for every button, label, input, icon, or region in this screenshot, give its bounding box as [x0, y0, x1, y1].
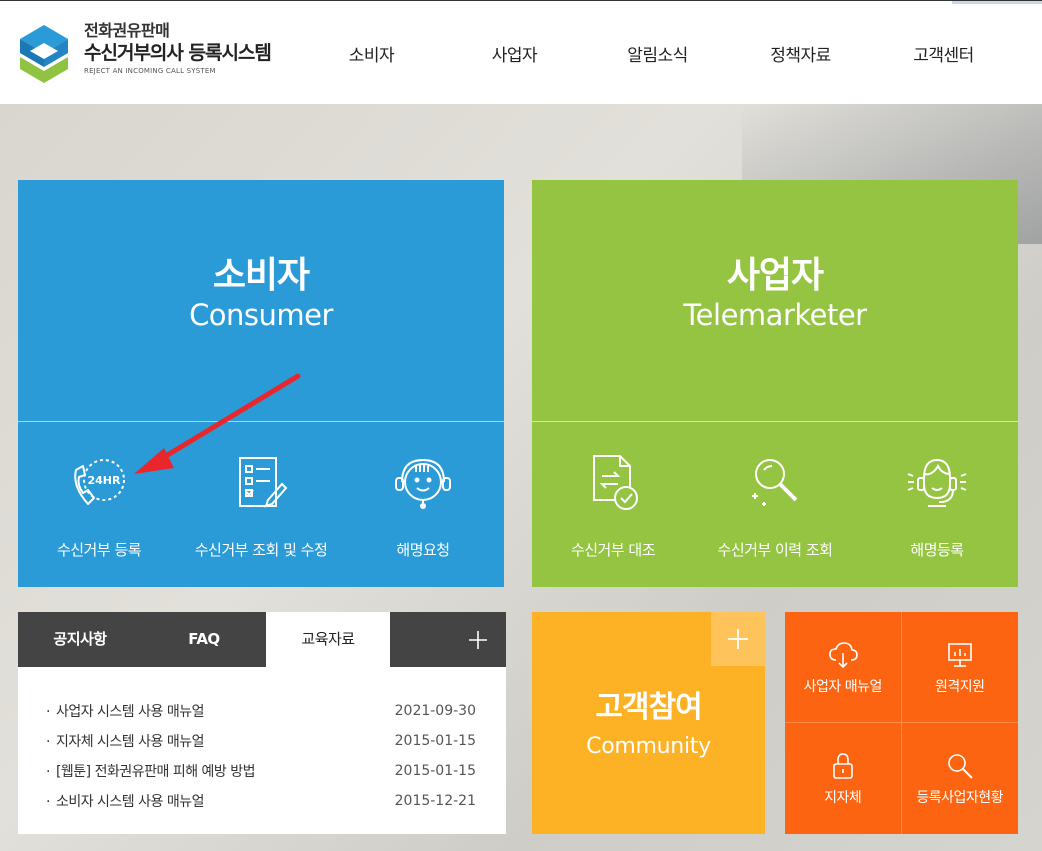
header-accent-bar	[952, 1, 1042, 4]
quick-remote-support[interactable]: 원격지원	[901, 612, 1018, 723]
list-item[interactable]: 사업자 시스템 사용 매뉴얼 2021-09-30	[46, 696, 476, 726]
nav-customer-center[interactable]: 고객센터	[872, 41, 1015, 66]
community-more-button[interactable]	[711, 612, 765, 666]
consumer-title[interactable]: 소비자	[18, 246, 504, 298]
monitor-icon	[947, 643, 972, 667]
checklist-icon	[239, 457, 288, 508]
plus-icon	[728, 629, 748, 649]
consumer-inquiry-button[interactable]: 수신거부 조회 및 수정	[180, 450, 342, 560]
telemarketer-divider	[532, 421, 1018, 422]
consumer-explain-request-button[interactable]: 해명요청	[342, 450, 504, 560]
consumer-register-button[interactable]: 24HR 수신거부 등록	[18, 450, 180, 560]
phone-24hr-icon: 24HR	[74, 459, 125, 505]
agent-headset-icon	[907, 458, 967, 507]
logo-mark-icon	[20, 25, 68, 83]
consumer-subtitle: Consumer	[189, 298, 333, 332]
list-item-title: 소비자 시스템 사용 매뉴얼	[46, 791, 205, 811]
quick-telemarketer-manual-label: 사업자 매뉴얼	[803, 679, 883, 695]
consumer-inquiry-label: 수신거부 조회 및 수정	[194, 541, 328, 559]
lock-icon	[832, 753, 853, 779]
nav-policy[interactable]: 정책자료	[729, 41, 872, 66]
list-item-date: 2015-12-21	[394, 793, 476, 809]
quick-remote-support-label: 원격지원	[934, 679, 985, 695]
logo-line-2: 수신거부의사 등록시스템	[84, 42, 272, 64]
telemarketer-explain-register-button[interactable]: 해명등록	[856, 450, 1018, 560]
list-item-title: 사업자 시스템 사용 매뉴얼	[46, 701, 205, 721]
main-nav: 소비자 사업자 알림소식 정책자료 고객센터	[300, 41, 1015, 66]
quick-local-government-label: 지자체	[824, 790, 862, 806]
telemarketer-history-button[interactable]: 수신거부 이력 조회	[694, 450, 856, 560]
telemarketer-panel: 사업자 Telemarketer 수신거부 대조 수신거부 이력 조회 해명등록	[532, 180, 1018, 587]
logo-text: 전화권유판매 수신거부의사 등록시스템 REJECT AN INCOMING C…	[84, 21, 272, 77]
tab-faq[interactable]: FAQ	[142, 612, 266, 667]
plus-icon	[469, 631, 487, 649]
quick-registered-telemarketers[interactable]: 등록사업자현황	[902, 723, 1019, 834]
consumer-explain-request-label: 해명요청	[396, 541, 450, 559]
site-logo[interactable]: 전화권유판매 수신거부의사 등록시스템 REJECT AN INCOMING C…	[18, 21, 318, 85]
nav-news[interactable]: 알림소식	[586, 41, 729, 66]
community-subtitle: Community	[586, 734, 711, 759]
quick-telemarketer-manual[interactable]: 사업자 매뉴얼	[785, 612, 902, 723]
telemarketer-subtitle: Telemarketer	[683, 298, 867, 332]
magnifier-icon	[752, 459, 798, 506]
list-item-date: 2015-01-15	[394, 763, 476, 779]
notice-board: 공지사항 FAQ 교육자료 사업자 시스템 사용 매뉴얼 2021-09-30 …	[18, 612, 506, 834]
quick-registered-telemarketers-label: 등록사업자현황	[916, 790, 1004, 806]
telemarketer-menu: 수신거부 대조 수신거부 이력 조회 해명등록	[532, 450, 1018, 560]
telemarketer-compare-label: 수신거부 대조	[570, 541, 656, 559]
telemarketer-history-label: 수신거부 이력 조회	[717, 541, 833, 559]
tab-education[interactable]: 교육자료	[266, 612, 390, 667]
list-item-date: 2015-01-15	[394, 733, 476, 749]
telemarketer-explain-register-label: 해명등록	[910, 541, 964, 559]
telemarketer-compare-button[interactable]: 수신거부 대조	[532, 450, 694, 560]
board-list: 사업자 시스템 사용 매뉴얼 2021-09-30 지자체 시스템 사용 매뉴얼…	[46, 696, 476, 816]
list-item[interactable]: [웹툰] 전화권유판매 피해 예방 방법 2015-01-15	[46, 756, 476, 786]
quick-local-government[interactable]: 지자체	[785, 723, 902, 834]
logo-line-3: REJECT AN INCOMING CALL SYSTEM	[84, 67, 216, 75]
list-item-title: 지자체 시스템 사용 매뉴얼	[46, 731, 205, 751]
nav-consumer[interactable]: 소비자	[300, 41, 443, 66]
consumer-divider	[18, 421, 504, 422]
community-panel[interactable]: 고객참여 Community	[532, 612, 765, 834]
consumer-register-label: 수신거부 등록	[56, 541, 142, 559]
list-item-date: 2021-09-30	[394, 703, 476, 719]
consumer-menu: 24HR 수신거부 등록 수신거부 조회 및 수정 해명요청	[18, 450, 504, 560]
search-icon	[947, 754, 973, 779]
quick-menu: 사업자 매뉴얼 원격지원 지자체 등록사업자현황	[785, 612, 1018, 834]
list-item-title: [웹툰] 전화권유판매 피해 예방 방법	[46, 761, 256, 781]
nav-telemarketer[interactable]: 사업자	[443, 41, 586, 66]
community-title: 고객참여	[595, 690, 702, 725]
phone-24hr-badge: 24HR	[88, 474, 122, 487]
site-header: 전화권유판매 수신거부의사 등록시스템 REJECT AN INCOMING C…	[0, 0, 1042, 104]
cloud-download-icon	[828, 642, 858, 669]
list-item[interactable]: 지자체 시스템 사용 매뉴얼 2015-01-15	[46, 726, 476, 756]
telemarketer-title[interactable]: 사업자	[532, 246, 1018, 298]
board-more-button[interactable]	[390, 612, 506, 667]
document-compare-icon	[593, 455, 638, 510]
consumer-panel: 소비자 Consumer 24HR 수신거부 등록 수신거부 조회 및 수정 해…	[18, 180, 504, 587]
logo-line-1: 전화권유판매	[84, 21, 170, 40]
list-item[interactable]: 소비자 시스템 사용 매뉴얼 2015-12-21	[46, 786, 476, 816]
tab-notice[interactable]: 공지사항	[18, 612, 142, 667]
headset-icon	[395, 458, 451, 509]
